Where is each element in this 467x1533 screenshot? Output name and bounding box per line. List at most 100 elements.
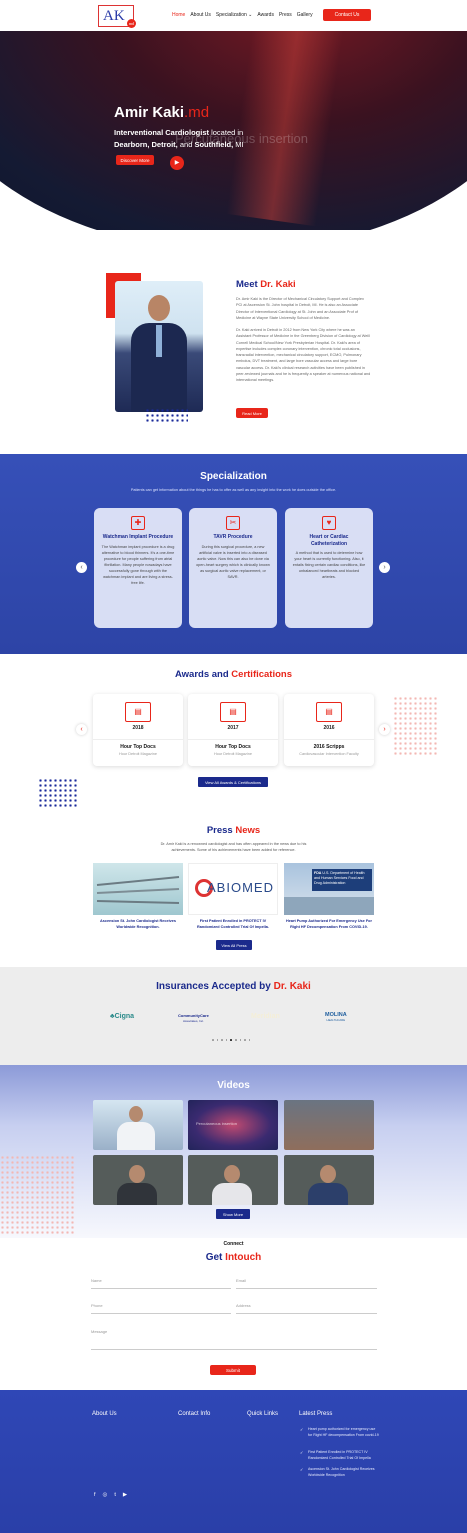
message-field[interactable]: Message bbox=[91, 1326, 377, 1350]
footer-heading-quick-links[interactable]: Quick Links bbox=[247, 1411, 278, 1417]
award-source: Hour Detroit Magazine bbox=[119, 752, 157, 756]
play-icon[interactable]: ▶ bbox=[170, 156, 184, 170]
insurance-title-a: Insurances Accepted by bbox=[156, 981, 274, 992]
cigna-logo-text: Cigna bbox=[114, 1013, 135, 1020]
submit-button[interactable]: Submit bbox=[210, 1365, 256, 1375]
meet-title-a: Meet bbox=[236, 279, 261, 290]
contact-us-button[interactable]: Contact Us bbox=[323, 9, 371, 21]
discover-more-button[interactable]: Discover More bbox=[116, 155, 154, 165]
meridian-logo: Meridian bbox=[251, 1013, 280, 1020]
spec-card-title: Heart or Cardiac Catheterization bbox=[309, 534, 349, 547]
fda-banner: FDA U.S. Department of Health and Human … bbox=[312, 869, 372, 891]
video-thumbnail[interactable] bbox=[93, 1155, 183, 1205]
meet-title-b: Dr. Kaki bbox=[260, 279, 296, 290]
certificate-icon: ▤ bbox=[316, 702, 342, 722]
insurance-section: Insurances Accepted by Dr. Kaki ♣Cigna C… bbox=[0, 967, 467, 1065]
carousel-dot[interactable] bbox=[248, 1039, 251, 1041]
facebook-icon[interactable]: f bbox=[94, 1492, 96, 1498]
award-card[interactable]: ▤ 2018 Hour Top Docs Hour Detroit Magazi… bbox=[93, 694, 183, 766]
carousel-dot[interactable] bbox=[221, 1039, 223, 1041]
contact-title-a: Get bbox=[205, 1252, 226, 1263]
press-title-b: News bbox=[235, 825, 261, 836]
press-caption[interactable]: Heart Pump Authorized For Emergency Use … bbox=[284, 918, 374, 930]
hero-city-and: and bbox=[177, 140, 195, 149]
name-field[interactable]: Name bbox=[91, 1275, 231, 1289]
social-links: f ◎ t ▶ bbox=[94, 1492, 127, 1498]
video-thumbnail[interactable] bbox=[93, 1100, 183, 1150]
nav-home[interactable]: Home bbox=[172, 12, 185, 18]
carousel-dot[interactable] bbox=[239, 1039, 242, 1041]
press-caption[interactable]: First Patient Enrolled in PROTECT IV Ran… bbox=[188, 918, 278, 930]
award-year: 2018 bbox=[132, 725, 144, 731]
footer-press-link[interactable]: Heart pump authorized for emergency use … bbox=[300, 1427, 380, 1439]
insurance-title-b: Dr. Kaki bbox=[273, 981, 311, 992]
view-all-awards-button[interactable]: View All Awards & Certifications bbox=[198, 777, 268, 787]
video-thumbnail-face bbox=[129, 1106, 143, 1122]
certificate-icon: ▤ bbox=[220, 702, 246, 722]
read-more-button[interactable]: Read More bbox=[236, 408, 268, 418]
carousel-dot[interactable] bbox=[212, 1039, 214, 1041]
carousel-dot[interactable] bbox=[225, 1039, 228, 1041]
footer-heading-about[interactable]: About Us bbox=[92, 1411, 117, 1417]
nav-gallery[interactable]: Gallery bbox=[297, 12, 313, 18]
insurance-title: Insurances Accepted by Dr. Kaki bbox=[0, 981, 467, 992]
doctor-photo bbox=[115, 281, 203, 412]
clipboard-icon: ✚ bbox=[131, 516, 145, 530]
awards-next-arrow[interactable]: › bbox=[379, 724, 390, 735]
dental-tools-illustration bbox=[96, 876, 180, 904]
carousel-dots bbox=[212, 1039, 251, 1041]
video-thumbnail[interactable] bbox=[284, 1155, 374, 1205]
press-image-fda[interactable]: FDA U.S. Department of Health and Human … bbox=[284, 863, 374, 915]
awards-prev-arrow[interactable]: ‹ bbox=[76, 724, 87, 735]
nav-specialization[interactable]: Specialization ⌄ bbox=[216, 12, 252, 18]
award-card[interactable]: ▤ 2017 Hour Top Docs Hour Detroit Magazi… bbox=[188, 694, 278, 766]
spec-card-title: Watchman Implant Procedure bbox=[102, 534, 174, 540]
nav-awards[interactable]: Awards bbox=[257, 12, 274, 18]
contact-eyebrow: Connect bbox=[223, 1241, 244, 1247]
spec-card[interactable]: ✚ Watchman Implant Procedure The Watchma… bbox=[94, 508, 182, 628]
carousel-dot-active[interactable] bbox=[230, 1039, 232, 1041]
footer-press-link[interactable]: First Patient Enrolled in PROTECT IV Ran… bbox=[300, 1450, 380, 1462]
twitter-icon[interactable]: t bbox=[114, 1492, 116, 1498]
carousel-dot[interactable] bbox=[216, 1039, 219, 1041]
video-thumbnail-body bbox=[212, 1183, 252, 1205]
spec-prev-arrow[interactable]: ‹ bbox=[76, 562, 87, 573]
site-logo[interactable]: AK md bbox=[98, 5, 136, 28]
press-caption[interactable]: Ascension St. John Cardiologist Receives… bbox=[93, 918, 183, 930]
show-more-button[interactable]: Show More bbox=[216, 1209, 250, 1219]
fda-logo-text: FDA bbox=[314, 871, 322, 875]
nav-press[interactable]: Press bbox=[279, 12, 292, 18]
site-header: AK md Home About Us Specialization ⌄ Awa… bbox=[0, 0, 467, 31]
press-image-abiomed[interactable]: ABIOMED bbox=[188, 863, 278, 915]
awards-title: Awards and Certifications bbox=[0, 669, 467, 680]
spec-card[interactable]: ♥ Heart or Cardiac Catheterization A met… bbox=[285, 508, 373, 628]
footer-heading-contact[interactable]: Contact Info bbox=[178, 1411, 210, 1417]
award-title: Hour Top Docs bbox=[93, 739, 183, 750]
meet-title: Meet Dr. Kaki bbox=[236, 279, 296, 290]
email-field[interactable]: Email bbox=[236, 1275, 377, 1289]
awards-section: Awards and Certifications ‹ ▤ 2018 Hour … bbox=[0, 654, 467, 812]
address-field[interactable]: Address bbox=[236, 1300, 377, 1314]
video-thumbnail[interactable] bbox=[188, 1155, 278, 1205]
communitycare-logo-sub: Associates, Inc. bbox=[182, 1019, 204, 1023]
award-card[interactable]: ▤ 2016 2016 Scripps Cardiovascular Inter… bbox=[284, 694, 374, 766]
videos-section: Videos Percutaneous insertion Show More bbox=[0, 1065, 467, 1238]
nav-about-us[interactable]: About Us bbox=[190, 12, 211, 18]
view-all-press-button[interactable]: View All Press bbox=[216, 940, 252, 950]
carousel-dot[interactable] bbox=[234, 1039, 237, 1041]
instagram-icon[interactable]: ◎ bbox=[103, 1492, 108, 1498]
phone-field[interactable]: Phone bbox=[91, 1300, 231, 1314]
cigna-logo: ♣Cigna bbox=[110, 1013, 134, 1020]
press-section: Press News Dr. Amir Kaki is a renowned c… bbox=[0, 812, 467, 967]
carousel-dot[interactable] bbox=[244, 1039, 246, 1041]
specialization-subtitle: Patients can get information about the t… bbox=[130, 488, 337, 492]
video-thumbnail[interactable] bbox=[284, 1100, 374, 1150]
youtube-icon[interactable]: ▶ bbox=[123, 1492, 127, 1498]
video-thumbnail[interactable]: Percutaneous insertion bbox=[188, 1100, 278, 1150]
spec-card[interactable]: ✂ TAVR Procedure During this surgical pr… bbox=[189, 508, 277, 628]
communitycare-logo-text: CommunityCare bbox=[178, 1013, 209, 1018]
footer-press-link[interactable]: Ascension St. John Cardiologist Receives… bbox=[300, 1467, 380, 1479]
spec-next-arrow[interactable]: › bbox=[379, 562, 390, 573]
meet-paragraph-1: Dr. Amir Kaki is the Director of Mechani… bbox=[236, 297, 364, 320]
press-image-dental-tools[interactable] bbox=[93, 863, 183, 915]
